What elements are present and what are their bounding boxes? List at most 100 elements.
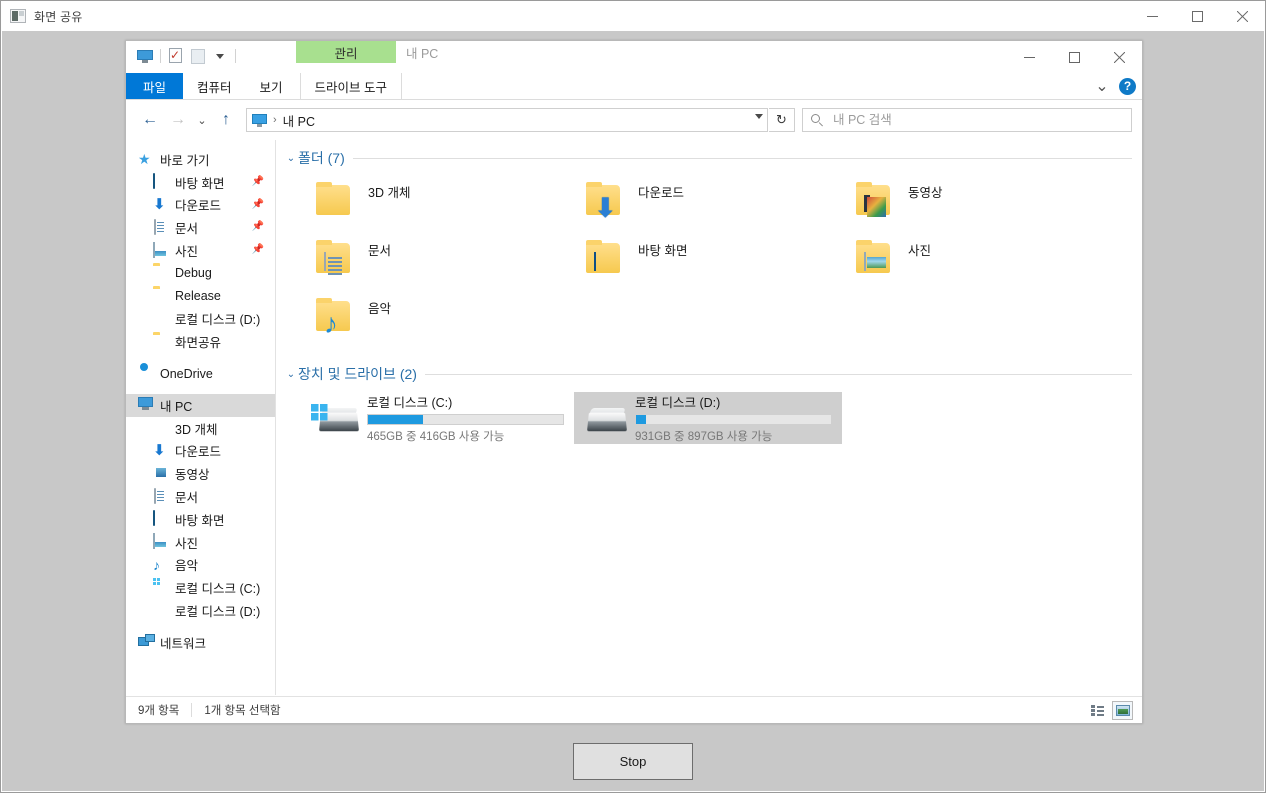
outer-window-title: 화면 공유 [34, 9, 83, 24]
outer-minimize-button[interactable] [1130, 1, 1175, 31]
sidebar-item-documents-qa[interactable]: 문서 📌 [126, 216, 275, 239]
sidebar-item-this-pc[interactable]: 내 PC [126, 393, 275, 417]
videos-icon [153, 466, 169, 482]
details-view-button[interactable] [1087, 701, 1108, 720]
view-toggle-group [1087, 701, 1133, 720]
onedrive-icon [138, 366, 154, 382]
explorer-maximize-button[interactable] [1052, 41, 1097, 73]
status-bar: 9개 항목 1개 항목 선택함 [126, 696, 1142, 723]
sidebar-item-quick-access[interactable]: ★ 바로 가기 [126, 148, 275, 171]
explorer-close-button[interactable] [1097, 41, 1142, 73]
sidebar-item-network[interactable]: 네트워크 [126, 631, 275, 654]
folder-item-pictures[interactable]: 사진 [846, 232, 1116, 290]
folder-item-videos[interactable]: 동영상 [846, 174, 1116, 232]
sidebar-item-debug[interactable]: Debug [126, 262, 275, 285]
qat-new-folder-icon[interactable] [187, 45, 209, 67]
explorer-window-title: 내 PC [406, 46, 439, 61]
qat-this-pc-icon[interactable] [134, 45, 156, 67]
collapse-chevron-down-icon[interactable]: ⌄ [284, 369, 298, 380]
sidebar-item-label: 네트워크 [160, 636, 207, 651]
this-pc-icon [138, 397, 154, 413]
sidebar-item-onedrive[interactable]: OneDrive [126, 362, 275, 385]
sidebar-item-label: 바탕 화면 [175, 176, 225, 191]
folder-item-downloads[interactable]: ⬇ 다운로드 [576, 174, 846, 232]
sidebar-item-documents[interactable]: 문서 [126, 485, 275, 508]
file-explorer-window: ✓ 관리 내 PC 파일 컴퓨터 보기 드라이브 도구 ⌄ ? ← → ⌄ ↑ … [125, 40, 1143, 724]
sidebar-item-label: 문서 [175, 222, 199, 237]
search-box[interactable] [802, 108, 1132, 132]
sidebar-item-label: 바로 가기 [160, 153, 210, 168]
outer-close-button[interactable] [1220, 1, 1265, 31]
folders-grid: 3D 개체 ⬇ 다운로드 동영상 문서 바탕 화면 사진 ♪ 음악 [276, 174, 1142, 348]
navigation-pane[interactable]: ★ 바로 가기 바탕 화면 📌 ⬇ 다운로드 📌 문서 📌 사진 📌 Debug… [126, 140, 276, 695]
sidebar-item-pictures[interactable]: 사진 [126, 531, 275, 554]
up-button[interactable]: ↑ [213, 107, 239, 133]
back-button[interactable]: ← [137, 107, 163, 133]
sidebar-item-videos[interactable]: 동영상 [126, 462, 275, 485]
sidebar-item-label: 3D 개체 [175, 422, 218, 437]
drive-usage-bar [367, 414, 564, 425]
address-bar[interactable]: › 내 PC [246, 108, 768, 132]
stop-button[interactable]: Stop [573, 742, 693, 780]
folder-item-documents[interactable]: 문서 [306, 232, 576, 290]
qat-customize-dropdown-icon[interactable] [209, 45, 231, 67]
sidebar-item-desktop-qa[interactable]: 바탕 화면 📌 [126, 171, 275, 194]
folder-icon [153, 288, 169, 304]
search-icon [811, 113, 824, 127]
breadcrumb-this-pc[interactable]: 내 PC [283, 111, 315, 130]
outer-titlebar: 화면 공유 [1, 1, 1265, 31]
explorer-minimize-button[interactable] [1007, 41, 1052, 73]
status-item-count: 9개 항목 [138, 705, 180, 717]
sidebar-item-music[interactable]: ♪ 음악 [126, 554, 275, 577]
qat-properties-icon[interactable]: ✓ [165, 45, 187, 67]
help-icon[interactable]: ? [1119, 77, 1136, 95]
pin-icon: 📌 [251, 175, 264, 187]
ribbon-tabs: 파일 컴퓨터 보기 드라이브 도구 [126, 73, 1142, 99]
search-input[interactable] [833, 113, 1103, 127]
address-dropdown-chevron-down-icon[interactable] [755, 114, 763, 119]
sidebar-item-label: 화면공유 [175, 336, 222, 351]
sidebar-item-downloads-qa[interactable]: ⬇ 다운로드 📌 [126, 194, 275, 217]
sidebar-item-3d-objects[interactable]: 3D 개체 [126, 417, 275, 440]
tab-drive-tools[interactable]: 드라이브 도구 [299, 73, 403, 99]
details-view-icon [1091, 705, 1104, 716]
tab-file[interactable]: 파일 [126, 73, 184, 99]
tab-computer[interactable]: 컴퓨터 [183, 73, 246, 99]
collapse-chevron-down-icon[interactable]: ⌄ [284, 153, 298, 164]
sidebar-item-screenshare-folder[interactable]: 화면공유 [126, 330, 275, 353]
sidebar-item-pictures-qa[interactable]: 사진 📌 [126, 239, 275, 262]
refresh-button[interactable]: ↻ [769, 108, 795, 132]
sidebar-item-local-disk-d-qa[interactable]: 로컬 디스크 (D:) [126, 308, 275, 331]
folder-item-desktop[interactable]: 바탕 화면 [576, 232, 846, 290]
sidebar-item-local-disk-c[interactable]: 로컬 디스크 (C:) [126, 576, 275, 599]
sidebar-item-downloads[interactable]: ⬇ 다운로드 [126, 440, 275, 463]
drive-capacity-text: 465GB 중 416GB 사용 가능 [367, 431, 505, 443]
drive-item-local-disk-c[interactable]: 로컬 디스크 (C:) 465GB 중 416GB 사용 가능 [306, 392, 574, 444]
ribbon-expand-chevron-down-icon[interactable]: ⌄ [1093, 77, 1111, 95]
large-icons-view-button[interactable] [1112, 701, 1133, 720]
3d-objects-icon [153, 420, 169, 436]
tab-view[interactable]: 보기 [246, 73, 297, 99]
group-header-folders[interactable]: ⌄ 폴더 (7) [276, 146, 1142, 170]
sidebar-item-label: 사진 [175, 536, 199, 551]
group-divider [424, 373, 1132, 375]
outer-maximize-button[interactable] [1175, 1, 1220, 31]
sidebar-item-desktop[interactable]: 바탕 화면 [126, 508, 275, 531]
drive-usage-fill [636, 415, 646, 424]
folder-3d-objects-icon [310, 179, 360, 227]
content-pane[interactable]: ⌄ 폴더 (7) 3D 개체 ⬇ 다운로드 동영상 문서 바탕 화면 사진 ♪ … [276, 140, 1142, 695]
sidebar-item-release[interactable]: Release [126, 285, 275, 308]
folder-item-music[interactable]: ♪ 음악 [306, 290, 576, 348]
forward-button[interactable]: → [165, 107, 191, 133]
drives-grid: 로컬 디스크 (C:) 465GB 중 416GB 사용 가능 로컬 디스크 (… [276, 392, 1142, 444]
group-header-drives[interactable]: ⌄ 장치 및 드라이브 (2) [276, 362, 1142, 386]
sidebar-item-local-disk-d[interactable]: 로컬 디스크 (D:) [126, 599, 275, 622]
folder-item-3d-objects[interactable]: 3D 개체 [306, 174, 576, 232]
folder-item-label: 다운로드 [638, 186, 685, 200]
recent-locations-chevron-down-icon[interactable]: ⌄ [193, 107, 211, 133]
drive-item-local-disk-d[interactable]: 로컬 디스크 (D:) 931GB 중 897GB 사용 가능 [574, 392, 842, 444]
status-divider [191, 703, 193, 717]
drive-name: 로컬 디스크 (D:) [635, 396, 721, 410]
